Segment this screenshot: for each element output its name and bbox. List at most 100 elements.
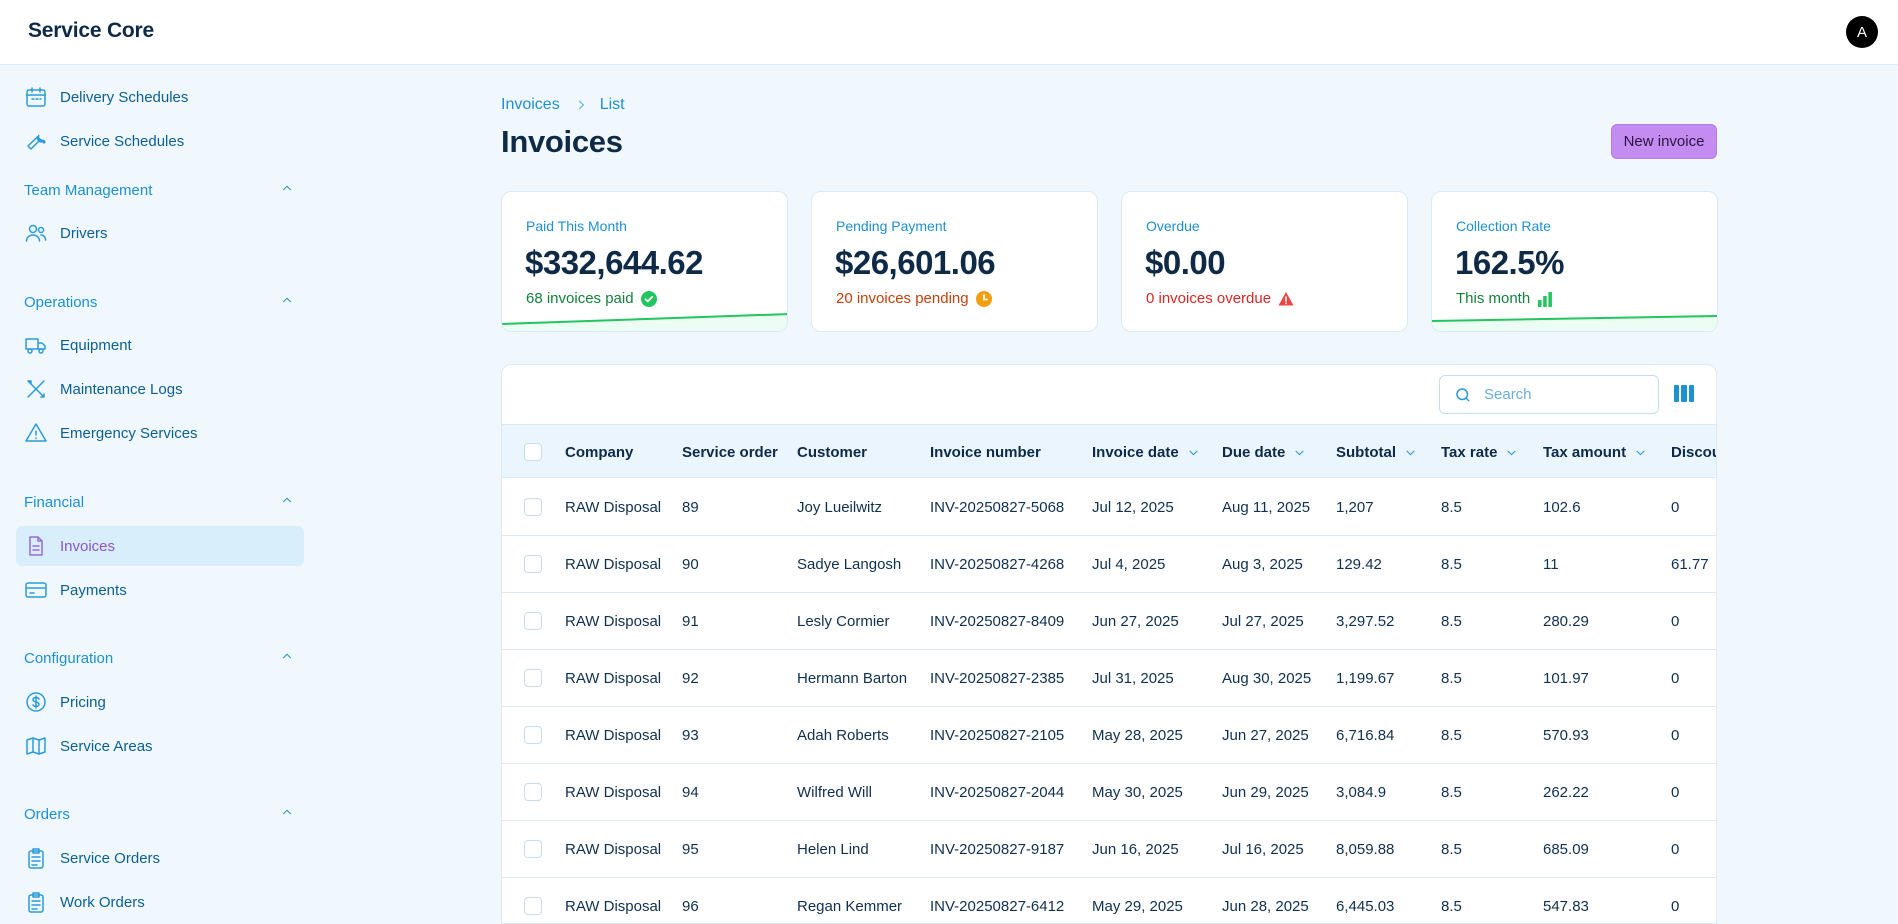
column-label: Invoice number <box>930 443 1041 461</box>
sidebar-item-service-orders[interactable]: Service Orders <box>16 838 304 878</box>
table-cell: 8.5 <box>1441 783 1462 801</box>
row-checkbox[interactable] <box>524 840 542 858</box>
stat-sub-text: 0 invoices overdue <box>1146 290 1272 307</box>
table-row[interactable]: RAW Disposal 89 Joy Lueilwitz INV-20250827-… <box>502 479 1716 536</box>
column-header[interactable]: Discou <box>1671 425 1717 479</box>
table-row[interactable]: RAW Disposal 92 Hermann Barton INV-20250827… <box>502 650 1716 707</box>
chevron-up-icon[interactable] <box>280 293 294 312</box>
search-box[interactable] <box>1439 375 1659 414</box>
section-financial[interactable]: Financial <box>24 491 294 513</box>
sidebar-item-label: Payments <box>60 581 127 599</box>
column-header[interactable]: Invoice number <box>930 425 1041 479</box>
table-cell: Jul 12, 2025 <box>1092 498 1174 516</box>
row-checkbox[interactable] <box>524 555 542 573</box>
chevron-up-icon[interactable] <box>280 649 294 668</box>
table-cell: 3,084.9 <box>1336 783 1387 801</box>
chevron-up-icon[interactable] <box>280 493 294 512</box>
row-checkbox[interactable] <box>524 783 542 801</box>
table-cell: 0 <box>1671 840 1680 858</box>
table-cell: Jun 28, 2025 <box>1222 897 1309 915</box>
column-header[interactable]: Tax amount <box>1543 425 1647 479</box>
sidebar-item-drivers[interactable]: Drivers <box>16 213 304 253</box>
row-checkbox[interactable] <box>524 726 542 744</box>
table-cell: 3,297.52 <box>1336 612 1395 630</box>
row-checkbox[interactable] <box>524 669 542 687</box>
page-title: Invoices <box>501 124 623 159</box>
section-team-management[interactable]: Team Management <box>24 179 294 201</box>
column-header[interactable]: Service order <box>682 425 778 479</box>
sidebar-item-maintenance-logs[interactable]: Maintenance Logs <box>16 369 304 409</box>
section-label: Team Management <box>24 181 153 199</box>
app-title[interactable]: Service Core <box>28 19 154 43</box>
sidebar-item-pricing[interactable]: Pricing <box>16 682 304 722</box>
truck-icon <box>24 333 48 357</box>
sidebar-item-emergency-services[interactable]: Emergency Services <box>16 413 304 453</box>
section-orders[interactable]: Orders <box>24 803 294 825</box>
column-label: Discou <box>1671 443 1717 461</box>
section-configuration[interactable]: Configuration <box>24 647 294 669</box>
chevron-up-icon[interactable] <box>280 181 294 200</box>
sidebar-item-work-orders[interactable]: Work Orders <box>16 882 304 922</box>
table-cell: 11 <box>1543 555 1559 573</box>
sidebar-item-equipment[interactable]: Equipment <box>16 325 304 365</box>
breadcrumb-current[interactable]: List <box>600 96 625 114</box>
stat-label: Paid This Month <box>526 218 627 234</box>
chevron-down-icon[interactable] <box>1187 446 1200 459</box>
new-invoice-button[interactable]: New invoice <box>1611 124 1717 159</box>
calendar-icon <box>24 85 48 109</box>
column-header[interactable]: Company <box>565 425 633 479</box>
column-header[interactable]: Invoice date <box>1092 425 1200 479</box>
table-cell: 547.83 <box>1543 897 1589 915</box>
column-header[interactable]: Customer <box>797 425 867 479</box>
avatar[interactable]: A <box>1846 16 1878 48</box>
sparkline <box>502 313 787 331</box>
sidebar-item-label: Work Orders <box>60 893 145 911</box>
section-operations[interactable]: Operations <box>24 291 294 313</box>
row-checkbox[interactable] <box>524 612 542 630</box>
table-row[interactable]: RAW Disposal 93 Adah Roberts INV-20250827-2… <box>502 707 1716 764</box>
table-cell: 0 <box>1671 726 1680 744</box>
sidebar-item-invoices[interactable]: Invoices <box>16 526 304 566</box>
table-cell: INV-20250827-9187 <box>930 840 1065 858</box>
table-cell: May 29, 2025 <box>1092 897 1183 915</box>
table-row[interactable]: RAW Disposal 91 Lesly Cormier INV-20250827-… <box>502 593 1716 650</box>
column-header[interactable]: Tax rate <box>1441 425 1518 479</box>
select-all-checkbox[interactable] <box>524 443 542 461</box>
check-circle-icon <box>640 290 657 307</box>
sidebar-item-service-areas[interactable]: Service Areas <box>16 726 304 766</box>
table-row[interactable]: RAW Disposal 96 Regan Kemmer INV-20250827-6… <box>502 878 1716 923</box>
chevron-right-icon <box>574 98 588 112</box>
column-header[interactable]: Subtotal <box>1336 425 1417 479</box>
table-cell: Jun 16, 2025 <box>1092 840 1179 858</box>
sidebar-item-service-schedules[interactable]: Service Schedules <box>16 121 304 161</box>
chevron-down-icon[interactable] <box>1404 446 1417 459</box>
table-cell: 8.5 <box>1441 498 1462 516</box>
section-label: Orders <box>24 805 70 823</box>
sidebar-item-label: Emergency Services <box>60 424 198 442</box>
search-input[interactable] <box>1484 386 1634 403</box>
stat-sub-text: This month <box>1456 290 1531 307</box>
table-cell: 280.29 <box>1543 612 1589 630</box>
columns-toggle-icon[interactable] <box>1674 385 1694 402</box>
table-row[interactable]: RAW Disposal 90 Sadye Langosh INV-20250827-… <box>502 536 1716 593</box>
table-cell: 94 <box>682 783 699 801</box>
chevron-up-icon[interactable] <box>280 805 294 824</box>
table-cell: Helen Lind <box>797 840 869 858</box>
chevron-down-icon[interactable] <box>1293 446 1306 459</box>
table-row[interactable]: RAW Disposal 95 Helen Lind INV-20250827-918… <box>502 821 1716 878</box>
table-cell: 8.5 <box>1441 555 1462 573</box>
table-cell: RAW Disposal <box>565 669 662 687</box>
column-header[interactable]: Due date <box>1222 425 1306 479</box>
row-checkbox[interactable] <box>524 897 542 915</box>
chevron-down-icon[interactable] <box>1505 446 1518 459</box>
sidebar-item-payments[interactable]: Payments <box>16 570 304 610</box>
table-row[interactable]: RAW Disposal 94 Wilfred Will INV-20250827-2… <box>502 764 1716 821</box>
clock-icon <box>975 290 992 307</box>
document-icon <box>24 534 48 558</box>
row-checkbox[interactable] <box>524 498 542 516</box>
section-label: Configuration <box>24 649 114 667</box>
table-cell: 8.5 <box>1441 612 1462 630</box>
chevron-down-icon[interactable] <box>1634 446 1647 459</box>
sidebar-item-delivery-schedules[interactable]: Delivery Schedules <box>16 77 304 117</box>
breadcrumb-invoices-link[interactable]: Invoices <box>501 96 560 114</box>
